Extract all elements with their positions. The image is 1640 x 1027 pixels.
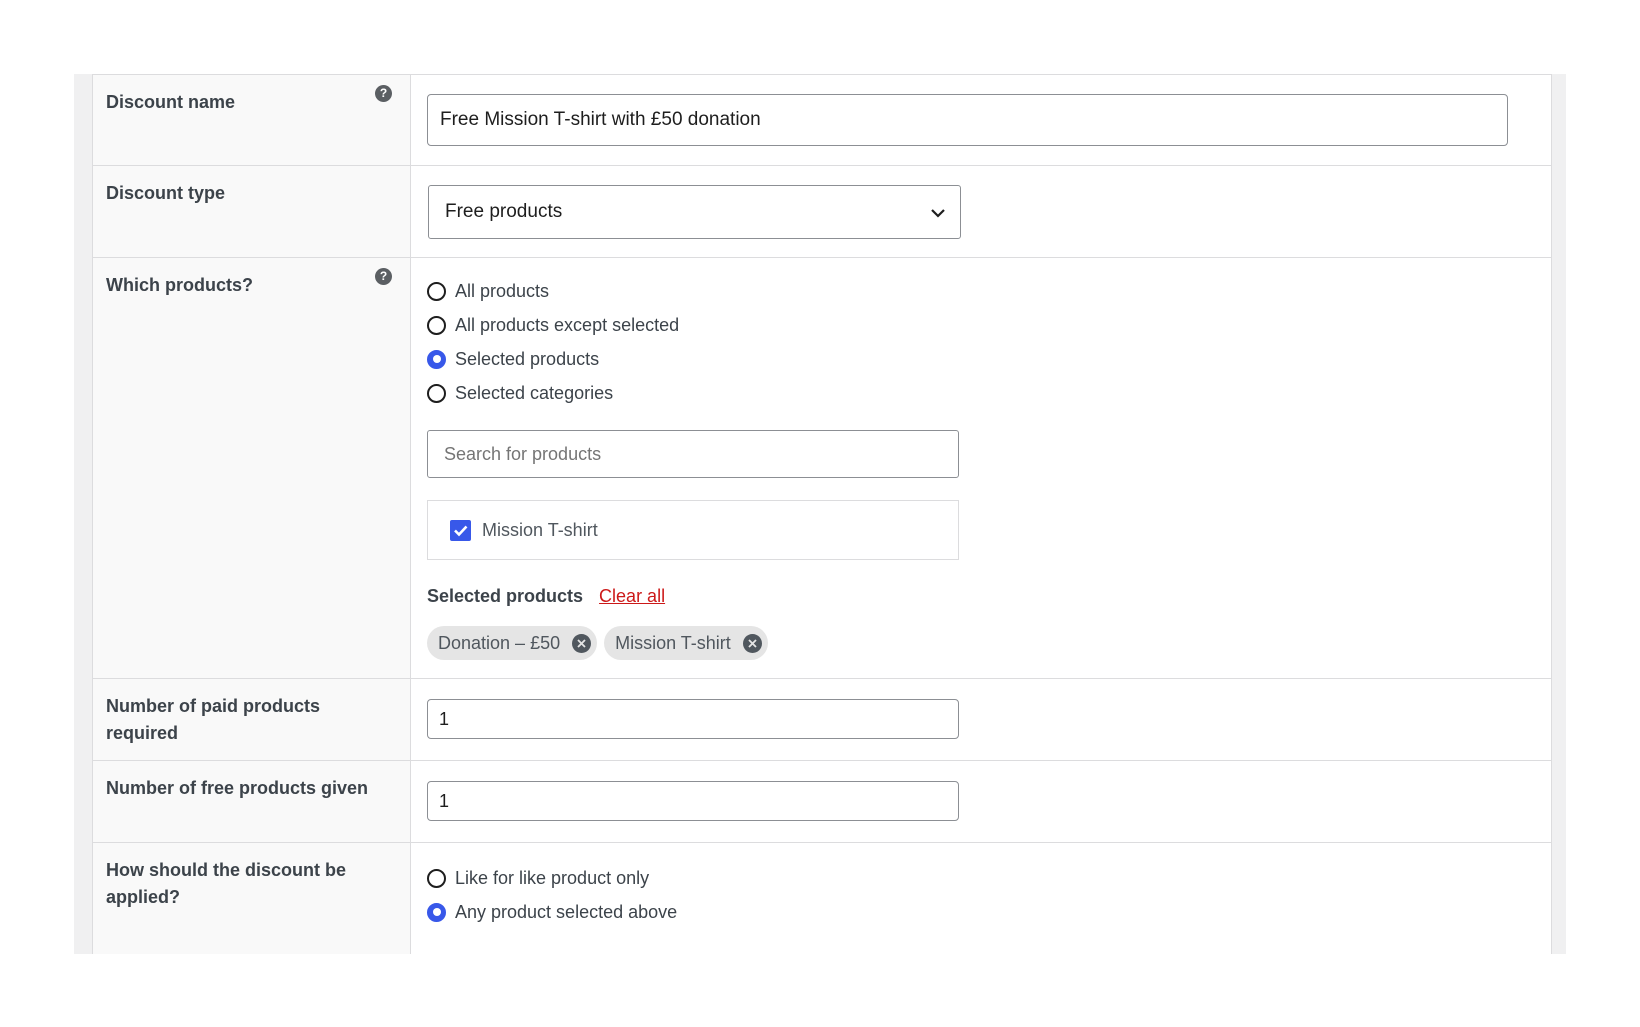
apply-mode-label-cell: How should the discount be applied? <box>93 843 411 954</box>
question-circle-icon[interactable]: ? <box>375 85 392 102</box>
radio-button-checked[interactable] <box>427 902 446 922</box>
discount-type-row: Discount type Free products <box>93 166 1551 258</box>
radio-button-checked[interactable] <box>427 349 446 369</box>
discount-settings-panel: Discount name ? Free Mission T-shirt wit… <box>74 74 1566 954</box>
checkbox-checked[interactable] <box>450 519 471 541</box>
discount-name-label: Discount name <box>106 92 236 112</box>
apply-mode-label: How should the discount be applied? <box>106 860 346 907</box>
paid-required-label: Number of paid products required <box>106 696 321 743</box>
discount-type-field-cell: Free products <box>411 166 1551 257</box>
apply-mode-field-cell: Like for like product only Any product s… <box>411 843 1551 954</box>
radio-selected-categories[interactable]: Selected categories <box>427 376 1535 410</box>
discount-type-select[interactable]: Free products <box>428 185 961 239</box>
radio-selected-products[interactable]: Selected products <box>427 342 1535 376</box>
radio-button[interactable] <box>427 383 446 403</box>
radio-label: All products except selected <box>455 314 680 335</box>
selected-products-chips: Donation – £50 Mission T-shirt <box>427 626 1535 660</box>
free-given-input[interactable]: 1 <box>427 781 959 821</box>
chip-label: Mission T-shirt <box>615 632 731 653</box>
discount-type-label-cell: Discount type <box>93 166 411 257</box>
discount-settings-table: Discount name ? Free Mission T-shirt wit… <box>92 74 1552 954</box>
radio-label: Selected products <box>455 348 600 369</box>
selected-product-chip: Donation – £50 <box>427 626 598 660</box>
discount-name-input[interactable]: Free Mission T-shirt with £50 donation <box>427 94 1508 146</box>
selected-products-header: Selected products Clear all <box>427 582 1535 610</box>
search-result-item[interactable]: Mission T-shirt <box>427 500 959 560</box>
radio-button[interactable] <box>427 868 446 888</box>
which-products-field-cell: All products All products except selecte… <box>411 258 1551 678</box>
search-result-label: Mission T-shirt <box>482 519 598 540</box>
product-search-input[interactable]: Search for products <box>427 430 959 478</box>
radio-any-product-selected[interactable]: Any product selected above <box>427 895 1535 929</box>
free-given-label: Number of free products given <box>106 778 369 798</box>
paid-required-row: Number of paid products required 1 <box>93 679 1551 761</box>
radio-all-products-except-selected[interactable]: All products except selected <box>427 308 1535 342</box>
question-circle-icon[interactable]: ? <box>375 268 392 285</box>
radio-label: Any product selected above <box>455 901 678 922</box>
paid-required-label-cell: Number of paid products required <box>93 679 411 760</box>
discount-name-label-cell: Discount name ? <box>93 75 411 165</box>
radio-button[interactable] <box>427 315 446 335</box>
free-given-label-cell: Number of free products given <box>93 761 411 842</box>
chip-label: Donation – £50 <box>438 632 561 653</box>
radio-all-products[interactable]: All products <box>427 274 1535 308</box>
discount-name-row: Discount name ? Free Mission T-shirt wit… <box>93 75 1551 166</box>
selected-product-chip: Mission T-shirt <box>604 626 768 660</box>
chevron-down-icon <box>931 209 945 218</box>
radio-like-for-like[interactable]: Like for like product only <box>427 861 1535 895</box>
selected-products-heading: Selected products <box>427 585 584 606</box>
which-products-label-cell: Which products? ? <box>93 258 411 678</box>
paid-required-field-cell: 1 <box>411 679 1551 760</box>
checkmark-icon <box>454 525 468 536</box>
free-given-field-cell: 1 <box>411 761 1551 842</box>
radio-button[interactable] <box>427 281 446 301</box>
which-products-label: Which products? <box>106 275 253 295</box>
remove-chip-icon[interactable] <box>572 633 592 653</box>
discount-name-field-cell: Free Mission T-shirt with £50 donation <box>411 75 1551 165</box>
radio-label: Like for like product only <box>455 867 650 888</box>
paid-required-input[interactable]: 1 <box>427 699 959 739</box>
radio-label: Selected categories <box>455 382 614 403</box>
discount-type-selected-value: Free products <box>445 201 563 222</box>
which-products-row: Which products? ? All products All produ… <box>93 258 1551 679</box>
free-given-row: Number of free products given 1 <box>93 761 1551 843</box>
clear-all-link[interactable]: Clear all <box>599 586 665 607</box>
remove-chip-icon[interactable] <box>742 633 762 653</box>
radio-label: All products <box>455 280 550 301</box>
apply-mode-row: How should the discount be applied? Like… <box>93 843 1551 954</box>
discount-type-label: Discount type <box>106 183 226 203</box>
